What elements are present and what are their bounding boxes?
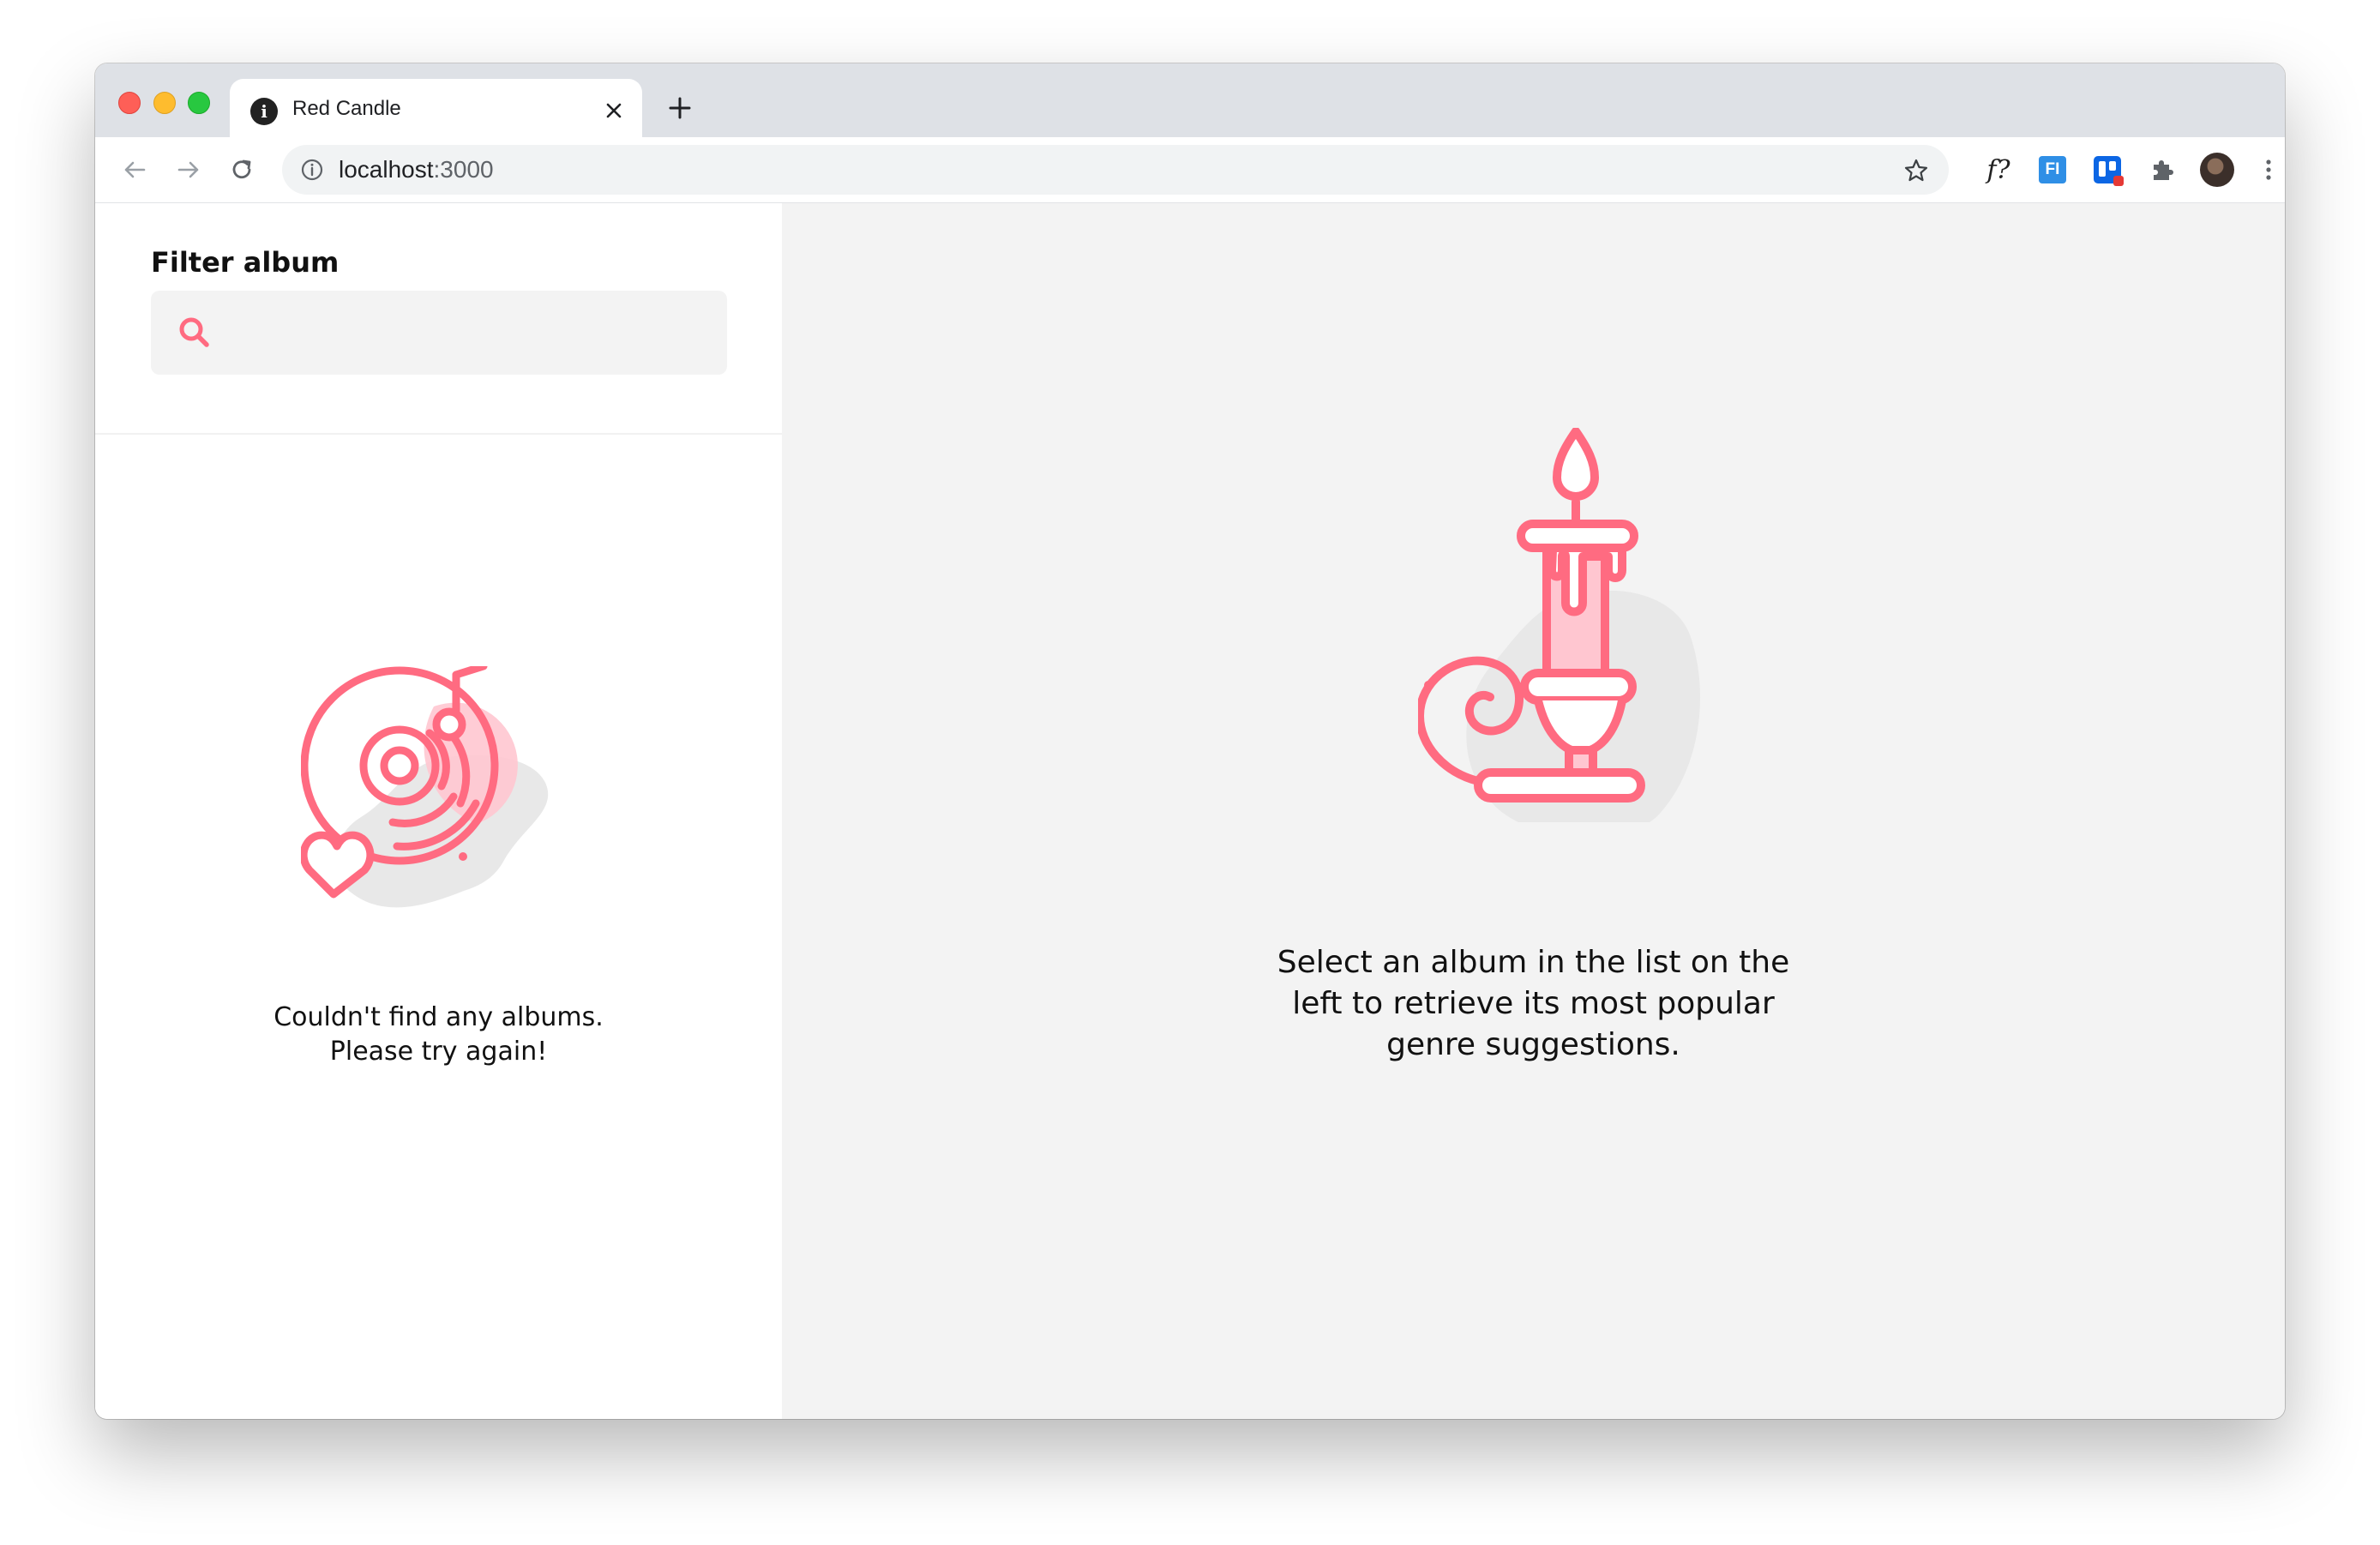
font-identifier-label: f? [1986,154,2010,185]
star-icon[interactable] [1902,157,1930,184]
fi-extension-label: FI [2039,156,2066,183]
plus-icon[interactable] [664,93,695,123]
url-host: localhost [339,156,434,183]
close-icon[interactable] [601,98,627,123]
reload-icon[interactable] [226,154,257,185]
url-port: :3000 [433,156,494,183]
info-icon[interactable] [299,157,325,183]
address-bar[interactable]: localhost:3000 [282,145,1949,195]
main-panel: Select an album in the list on the left … [782,203,2285,1419]
tab-red-candle[interactable]: i Red Candle [230,79,642,137]
empty-message-line1: Couldn't find any albums. [273,1002,604,1032]
main-message-line1: Select an album in the list on the [1277,945,1790,980]
tab-title: Red Candle [292,97,401,120]
main-message-line3: genre suggestions. [1386,1027,1680,1062]
filter-album-label: Filter album [151,246,340,279]
font-identifier-extension-icon[interactable]: f? [1981,153,2016,187]
search-box[interactable] [151,291,727,375]
empty-message-line2: Please try again! [329,1037,548,1067]
browser-toolbar: localhost:3000 f? FI [95,137,2285,204]
candle-illustration [1418,428,1701,822]
fi-extension-icon[interactable]: FI [2035,153,2070,187]
three-dots-icon [2266,159,2271,180]
search-input[interactable] [228,310,712,358]
vinyl-record-heart-illustration [301,666,549,908]
arrow-left-icon[interactable] [119,154,150,185]
profile-button[interactable] [2200,153,2234,187]
album-sidebar: Filter album Couldn't find any albums. P… [95,203,783,1419]
search-icon [179,317,209,347]
url-text: localhost:3000 [339,156,494,183]
extensions-puzzle-icon [2154,160,2173,180]
main-message-line2: left to retrieve its most popular [1292,986,1775,1021]
sidebar-divider [95,433,782,435]
browser-window: i Red Candle localhost:3000 f? FI Filter… [95,63,2285,1419]
close-window-button[interactable] [118,92,141,114]
page-content: Filter album Couldn't find any albums. P… [95,203,2285,1419]
trello-extension-icon[interactable] [2090,153,2125,187]
avatar [2200,153,2234,187]
minimize-window-button[interactable] [153,92,176,114]
kebab-menu-icon[interactable] [2251,153,2285,187]
puzzle-icon[interactable] [2145,153,2179,187]
maximize-window-button[interactable] [188,92,210,114]
info-favicon-icon: i [250,98,278,125]
tab-strip: i Red Candle [95,63,2285,137]
trello-logo-icon [2094,156,2124,186]
arrow-right-icon[interactable] [173,154,204,185]
